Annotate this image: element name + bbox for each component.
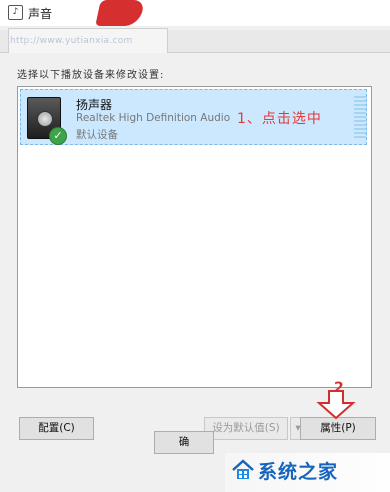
sound-icon: ♪: [8, 5, 23, 20]
arrow-down-icon: [316, 390, 356, 420]
watermark-text: 系统之家: [258, 461, 339, 483]
set-default-button[interactable]: 设为默认值(S): [204, 417, 288, 440]
ok-button[interactable]: 确: [154, 431, 214, 454]
device-driver: Realtek High Definition Audio: [76, 112, 231, 124]
tab-watermark: http://www.yutianxia.com: [10, 36, 133, 46]
device-status: 默认设备: [76, 129, 118, 141]
properties-button[interactable]: 属性(P): [300, 417, 376, 440]
device-name: 扬声器: [76, 98, 113, 112]
window-title: 声音: [28, 7, 53, 21]
annotation-step1: 1、点击选中: [237, 111, 322, 127]
level-meter: [354, 96, 366, 138]
configure-button[interactable]: 配置(C): [19, 417, 94, 440]
speaker-cone: [37, 111, 53, 127]
house-logo-icon: [232, 459, 254, 479]
title-bar: [0, 0, 390, 26]
check-icon: ✓: [49, 127, 67, 145]
instruction-text: 选择以下播放设备来修改设置:: [17, 70, 165, 81]
